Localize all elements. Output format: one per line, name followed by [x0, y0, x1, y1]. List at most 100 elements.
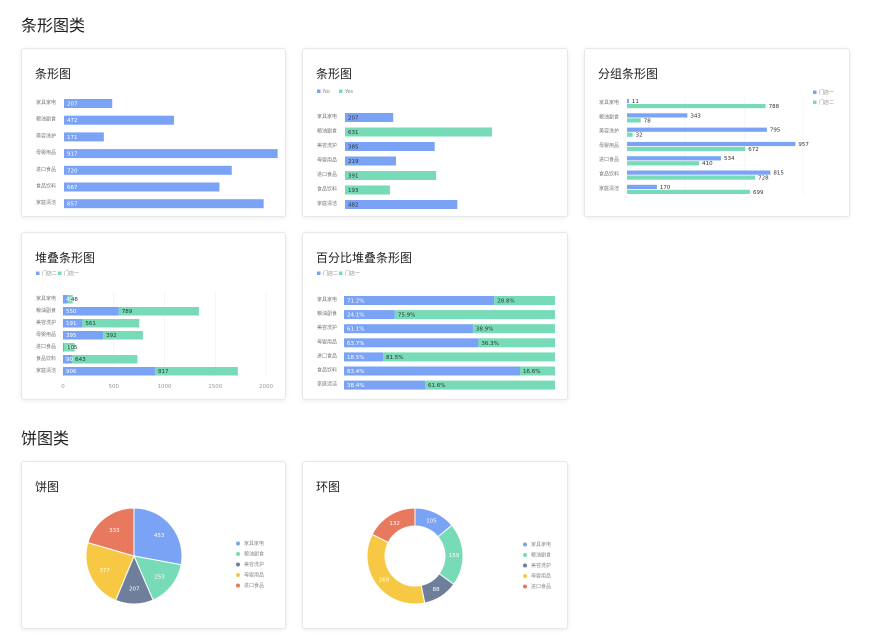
- legend-label: No: [323, 89, 330, 95]
- legend-swatch: [523, 574, 527, 578]
- bar-value-label: 61.1%: [347, 327, 364, 333]
- donut-chart: 105 159 88 269 132 家具家电粮油副食美容洗护母婴用品进口食品: [366, 507, 551, 605]
- bar: [64, 165, 232, 175]
- axis-tick-label: 1500: [208, 384, 222, 390]
- bar-segment: [394, 310, 555, 320]
- bar-value-label: 105: [67, 345, 78, 351]
- category-label: 家庭清洁: [317, 381, 337, 388]
- bar-value-label: 550: [66, 309, 77, 315]
- bar: [627, 161, 700, 166]
- bar: [627, 156, 721, 161]
- legend-swatch: [339, 89, 343, 93]
- bar-value-label: 957: [798, 142, 809, 148]
- category-label: 美容洗护: [36, 132, 56, 139]
- section-title-pie: 饼图类: [21, 429, 70, 448]
- bar-value-label: 343: [690, 113, 701, 119]
- legend-label: 母婴用品: [244, 573, 264, 579]
- bar: [345, 171, 437, 180]
- bar-value-label: 32: [636, 133, 643, 139]
- bar: [627, 132, 633, 137]
- bar-value-label: 857: [67, 202, 78, 208]
- bar-value-label: 63.7%: [347, 341, 364, 347]
- percent-stacked-card: 百分比堆叠条形图 门店二 门店一 家具家电 粮油副食 美容洗护 母婴用品 进口食品 食品饮料家…: [302, 232, 568, 400]
- category-label: 美容洗护: [36, 319, 56, 326]
- bar-value-label: 71.2%: [347, 299, 364, 305]
- bar-value-label: 18.5%: [347, 355, 364, 361]
- bar-value-label: 24.1%: [347, 313, 364, 319]
- bar-value-label: 817: [158, 369, 169, 375]
- bar-value-label: 171: [67, 135, 78, 141]
- category-label: 家具家电: [317, 296, 337, 303]
- bar-value-label: 392: [106, 333, 117, 339]
- legend-swatch: [317, 89, 321, 93]
- legend-swatch: [36, 271, 40, 275]
- bar-value-label: 207: [348, 116, 359, 122]
- category-label: 母婴用品: [599, 143, 619, 149]
- bar-value-label: 534: [724, 156, 735, 162]
- category-label: 食品饮料: [317, 367, 337, 374]
- slice-value-label: 333: [109, 528, 120, 534]
- category-label: 家庭清洁: [36, 199, 56, 206]
- legend-swatch: [523, 553, 527, 557]
- bar: [627, 184, 657, 189]
- category-label: 美容洗护: [317, 142, 337, 149]
- category-label: 母婴用品: [36, 332, 56, 338]
- legend-label: 进口食品: [531, 583, 551, 590]
- bar-value-label: 81.5%: [386, 355, 403, 361]
- legend-label: 粮油副食: [244, 551, 264, 558]
- bar-value-label: 191: [66, 321, 77, 327]
- bar-value-label: 643: [75, 357, 86, 363]
- category-label: 粮油副食: [317, 128, 337, 135]
- bar-value-label: 38.9%: [476, 327, 493, 333]
- category-label: 粮油副食: [317, 310, 337, 317]
- pie-chart: 453 253 207 377 333 家具家电粮油副食美容洗护母婴用品进口食品: [85, 507, 264, 605]
- category-label: 家具家电: [36, 295, 56, 302]
- bar-value-label: 906: [66, 369, 77, 375]
- legend-swatch: [523, 584, 527, 589]
- category-label: 美容洗护: [599, 128, 619, 135]
- legend-swatch: [236, 541, 240, 546]
- category-label: 食品饮料: [317, 186, 337, 193]
- slice-value-label: 207: [129, 587, 140, 593]
- category-label: 进口食品: [599, 156, 619, 163]
- bar-value-label: 795: [770, 128, 781, 134]
- category-label: 食品饮料: [36, 183, 56, 190]
- category-label: 美容洗护: [317, 324, 337, 331]
- category-label: 食品饮料: [599, 171, 619, 178]
- legend-swatch: [523, 563, 527, 568]
- category-label: 母婴用品: [317, 158, 337, 164]
- category-label: 母婴用品: [36, 150, 56, 156]
- legend-swatch: [236, 562, 240, 567]
- bar-segment: [383, 352, 555, 362]
- legend-label: 门店一: [345, 270, 360, 277]
- bar: [627, 175, 756, 180]
- legend-swatch: [317, 271, 321, 275]
- legend-label: 进口食品: [244, 582, 264, 589]
- grouped-bar-card: 分组条形图 门店一 门店二 家具家电 粮油副食 美容洗护 母婴用品 进口食品 食品饮料 家庭清洁…: [584, 48, 850, 217]
- category-label: 进口食品: [317, 352, 337, 359]
- bar-value-label: 667: [67, 185, 78, 191]
- legend-swatch: [236, 552, 240, 556]
- bar-value-label: 16.6%: [523, 369, 540, 375]
- bar: [345, 200, 458, 209]
- bar-value-label: 391: [348, 174, 359, 180]
- legend-label: 门店一: [64, 270, 79, 277]
- bar-value-label: 815: [773, 171, 784, 177]
- bar: [64, 149, 278, 159]
- bar: [627, 104, 766, 109]
- bar: [627, 146, 746, 152]
- category-label: 家具家电: [36, 99, 56, 106]
- bar-value-label: 83.4%: [347, 369, 364, 375]
- slice-value-label: 132: [389, 521, 400, 527]
- percent-stacked-bar-chart: 门店二 门店一家具家电粮油副食美容洗护母婴用品进口食品食品饮料家庭清洁 71.2% 2…: [317, 270, 555, 390]
- category-label: 进口食品: [317, 171, 337, 178]
- bar: [64, 199, 264, 209]
- category-label: 进口食品: [36, 166, 56, 173]
- bar-value-label: 61.6%: [428, 383, 445, 389]
- axis-tick-label: 0: [61, 384, 65, 390]
- legend-label: 母婴用品: [531, 574, 551, 580]
- slice-value-label: 269: [379, 578, 390, 584]
- bar-chart-card: 条形图 家具家电 粮油副食 美容洗护 母婴用品 进口食品 食品饮料 家庭清洁 207 472 17…: [21, 48, 286, 217]
- legend-label: 美容洗护: [531, 562, 551, 569]
- legend-swatch: [813, 90, 817, 94]
